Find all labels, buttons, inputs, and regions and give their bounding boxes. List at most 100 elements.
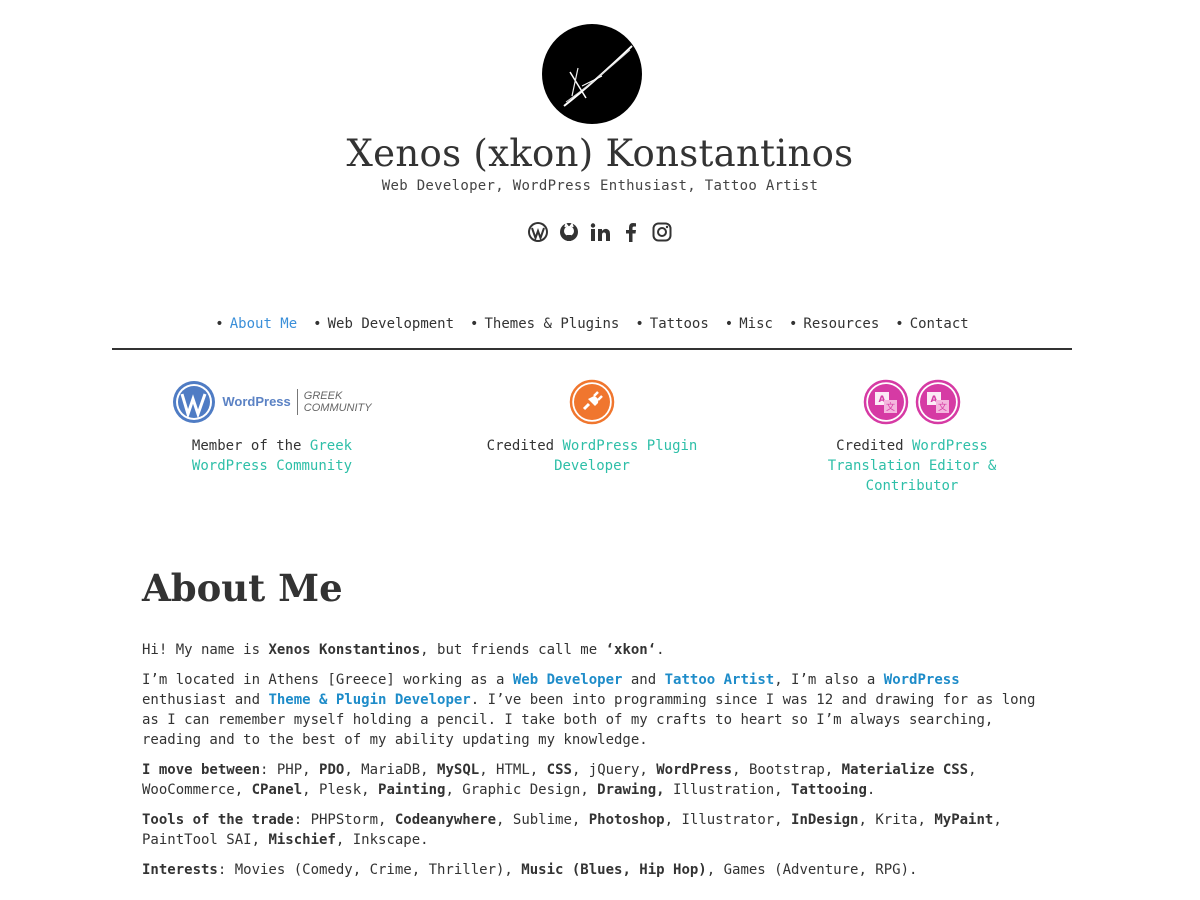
text: : Movies (Comedy, Crime, Thriller), xyxy=(217,862,522,878)
about-content: Hi! My name is Xenos Konstantinos, but f… xyxy=(142,640,1042,890)
nav-bullet: • xyxy=(895,316,904,332)
text: , Bootstrap, xyxy=(732,762,842,778)
text: I’m located in Athens [Greece] working a… xyxy=(142,672,513,688)
nav-label: Contact xyxy=(909,316,969,332)
nav-label: Themes & Plugins xyxy=(484,316,620,332)
badge-text: Credited WordPress Plugin Developer xyxy=(432,436,752,476)
badge-text: Member of the Greek WordPress Community xyxy=(112,436,432,476)
skill: MySQL xyxy=(437,762,480,778)
tool: MyPaint xyxy=(934,812,994,828)
text: : PHPStorm, xyxy=(293,812,395,828)
nav-label: Resources xyxy=(803,316,880,332)
nav-label: About Me xyxy=(229,316,298,332)
text: Illustration, xyxy=(664,782,792,798)
skill: Painting xyxy=(378,782,446,798)
logo-wordmark: WordPress xyxy=(222,394,291,409)
nav-label: Misc xyxy=(739,316,773,332)
svg-text:文: 文 xyxy=(938,401,947,413)
text: , but friends call me xyxy=(420,642,606,658)
nav-label: Web Development xyxy=(327,316,455,332)
badge-plugin-developer: Credited WordPress Plugin Developer xyxy=(432,378,752,496)
badge-prefix: Member of the xyxy=(191,438,310,454)
skill: WordPress xyxy=(656,762,733,778)
text: : PHP, xyxy=(260,762,320,778)
tool: InDesign xyxy=(791,812,859,828)
text: , Inkscape. xyxy=(335,832,429,848)
wordpress-icon[interactable] xyxy=(527,220,549,244)
site-title[interactable]: Xenos (xkon) Konstantinos xyxy=(0,132,1200,175)
facebook-icon[interactable] xyxy=(620,220,642,244)
nav-item-resources[interactable]: • Resources xyxy=(789,316,879,348)
skill: CSS xyxy=(546,762,572,778)
text: and xyxy=(622,672,665,688)
nav-bullet: • xyxy=(470,316,479,332)
interest: Music (Blues, Hip Hop) xyxy=(521,862,707,878)
tool: Codeanywhere xyxy=(394,812,497,828)
nav-bullet: • xyxy=(788,316,798,332)
badge-text: Credited WordPress Translation Editor & … xyxy=(752,436,1072,496)
svg-text:文: 文 xyxy=(886,401,895,413)
theme-plugin-developer-link[interactable]: Theme & Plugin Developer xyxy=(268,692,470,708)
instagram-icon[interactable] xyxy=(651,220,673,244)
logo-divider xyxy=(296,389,298,415)
wordpress-logo-icon xyxy=(173,381,216,423)
text: . xyxy=(656,642,665,658)
skill: CPanel xyxy=(251,782,303,798)
intro-paragraph: Hi! My name is Xenos Konstantinos, but f… xyxy=(142,640,1042,660)
nav-label: Tattoos xyxy=(649,316,709,332)
translate-icon: A 文 xyxy=(863,379,909,425)
nav-item-tattoos[interactable]: • Tattoos xyxy=(635,316,708,348)
tool: Mischief xyxy=(268,832,336,848)
interests-paragraph: Interests: Movies (Comedy, Crime, Thrill… xyxy=(142,860,1042,880)
linkedin-icon[interactable] xyxy=(589,220,611,244)
badge-greek-community: WordPress GREEK COMMUNITY Member of the … xyxy=(112,378,432,496)
skill: PDO xyxy=(319,762,345,778)
text: , I’m also a xyxy=(774,672,884,688)
nav-item-contact[interactable]: • Contact xyxy=(895,316,968,348)
nav-bullet: • xyxy=(313,316,322,332)
text: , Graphic Design, xyxy=(445,782,598,798)
main-nav: • About Me • Web Development • Themes & Plu… xyxy=(112,316,1072,350)
text: . xyxy=(866,782,876,798)
location-paragraph: I’m located in Athens [Greece] working a… xyxy=(142,670,1042,750)
wordpress-link[interactable]: WordPress xyxy=(884,672,960,688)
skills-label: I move between xyxy=(142,762,261,778)
tools-label: Tools of the trade xyxy=(142,812,294,828)
skill: Drawing, xyxy=(597,782,665,798)
nickname: ‘xkon‘ xyxy=(605,642,657,658)
text: , jQuery, xyxy=(571,762,657,778)
wp-greek-community-logo[interactable]: WordPress GREEK COMMUNITY xyxy=(112,378,432,426)
plugin-logo[interactable] xyxy=(432,378,752,426)
tattoo-artist-link[interactable]: Tattoo Artist xyxy=(665,672,775,688)
avatar[interactable] xyxy=(542,24,642,124)
translation-logos[interactable]: A 文 A 文 xyxy=(752,378,1072,426)
badge-prefix: Credited xyxy=(486,438,563,454)
nav-bullet: • xyxy=(635,316,644,332)
web-developer-link[interactable]: Web Developer xyxy=(513,672,623,688)
plugin-developer-link[interactable]: WordPress Plugin Developer xyxy=(554,438,697,474)
text: , HTML, xyxy=(479,762,547,778)
text: Hi! My name is xyxy=(142,642,269,658)
logo-sub-greek: GREEK xyxy=(303,390,343,402)
nav-item-about-me[interactable]: • About Me xyxy=(215,316,297,348)
about-heading: About Me xyxy=(142,566,343,610)
social-links xyxy=(0,220,1200,244)
nav-item-misc[interactable]: • Misc xyxy=(725,316,773,348)
skills-paragraph: I move between: PHP, PDO, MariaDB, MySQL… xyxy=(142,760,1042,800)
logo-sub-community: COMMUNITY xyxy=(303,402,372,414)
text: , Illustrator, xyxy=(664,812,792,828)
site-tagline: Web Developer, WordPress Enthusiast, Tat… xyxy=(381,178,819,194)
text: , Krita, xyxy=(858,812,935,828)
nav-item-themes-plugins[interactable]: • Themes & Plugins xyxy=(470,316,619,348)
nav-item-web-development[interactable]: • Web Development xyxy=(313,316,454,348)
badge-translation-editor: A 文 A 文 Credited WordPress Translation E… xyxy=(752,378,1072,496)
full-name: Xenos Konstantinos xyxy=(268,642,421,658)
text: enthusiast and xyxy=(142,692,269,708)
skill: Materialize CSS xyxy=(841,762,969,778)
credentials-badges: WordPress GREEK COMMUNITY Member of the … xyxy=(112,378,1072,496)
github-icon[interactable] xyxy=(558,220,580,244)
badge-prefix: Credited xyxy=(836,438,912,454)
skill: Tattooing xyxy=(791,782,867,798)
interests-label: Interests xyxy=(142,862,218,878)
tool: Photoshop xyxy=(588,812,665,828)
